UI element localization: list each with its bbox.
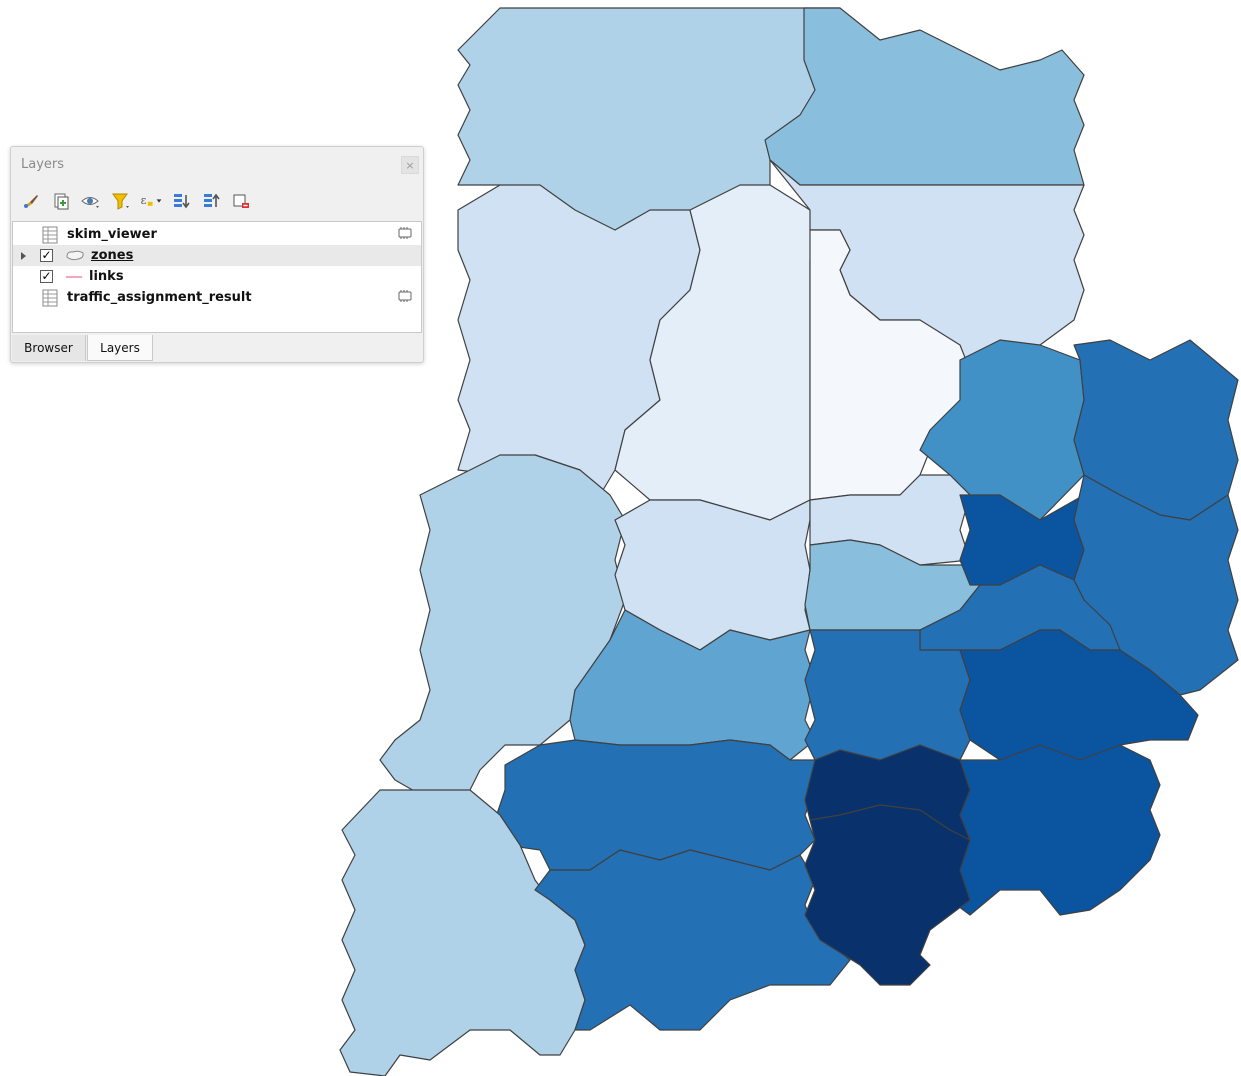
dock-tabs: Browser Layers bbox=[11, 335, 423, 362]
layers-panel: Layers × ε skim_viewer ✓ zones ✓ links t… bbox=[10, 146, 424, 363]
layer-row-traffic-assignment-result[interactable]: traffic_assignment_result bbox=[13, 287, 421, 308]
zone-polygon[interactable] bbox=[804, 629, 971, 761]
layer-label[interactable]: zones bbox=[91, 248, 133, 263]
visibility-eye-icon[interactable] bbox=[79, 190, 103, 212]
remove-layer-icon[interactable] bbox=[229, 190, 253, 212]
zone-polygon[interactable] bbox=[959, 494, 1085, 586]
memory-layer-icon bbox=[397, 289, 413, 306]
expand-all-icon[interactable] bbox=[169, 190, 193, 212]
style-brush-icon[interactable] bbox=[19, 190, 43, 212]
layer-row-zones[interactable]: ✓ zones bbox=[13, 245, 421, 266]
line-layer-icon bbox=[65, 274, 83, 280]
zone-polygon[interactable] bbox=[949, 744, 1161, 916]
expand-arrow-icon[interactable] bbox=[21, 251, 26, 260]
add-group-icon[interactable] bbox=[49, 190, 73, 212]
expression-filter-icon[interactable]: ε bbox=[139, 190, 163, 212]
layer-label[interactable]: links bbox=[89, 269, 124, 284]
zone-polygon[interactable] bbox=[494, 739, 816, 871]
layer-checkbox[interactable]: ✓ bbox=[40, 249, 53, 262]
close-icon[interactable]: × bbox=[401, 156, 419, 174]
collapse-all-icon[interactable] bbox=[199, 190, 223, 212]
table-icon bbox=[42, 226, 58, 244]
polygon-layer-icon bbox=[65, 249, 85, 263]
tab-layers[interactable]: Layers bbox=[87, 335, 153, 361]
layer-checkbox[interactable]: ✓ bbox=[40, 270, 53, 283]
layer-tree[interactable]: skim_viewer ✓ zones ✓ links traffic_assi… bbox=[12, 221, 422, 333]
layer-label[interactable]: traffic_assignment_result bbox=[67, 290, 252, 305]
tab-browser[interactable]: Browser bbox=[12, 335, 86, 361]
svg-text:ε: ε bbox=[141, 194, 147, 207]
filter-icon[interactable] bbox=[109, 190, 133, 212]
zone-polygon[interactable] bbox=[764, 7, 1085, 186]
table-icon bbox=[42, 289, 58, 307]
layer-row-skim-viewer[interactable]: skim_viewer bbox=[13, 224, 421, 245]
layer-row-links[interactable]: ✓ links bbox=[13, 266, 421, 287]
layer-label[interactable]: skim_viewer bbox=[67, 227, 157, 242]
layers-toolbar: ε bbox=[19, 189, 253, 213]
panel-title: Layers bbox=[21, 157, 65, 172]
memory-layer-icon bbox=[397, 226, 413, 243]
